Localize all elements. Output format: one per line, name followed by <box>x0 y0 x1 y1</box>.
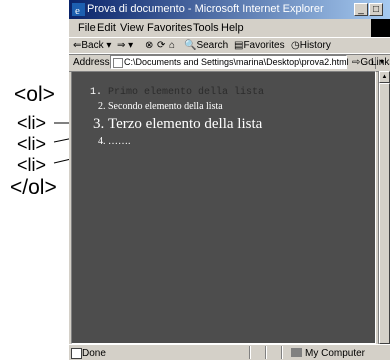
title-bar[interactable]: e Prova di documento - Microsoft Interne… <box>69 0 390 19</box>
page-done-icon <box>71 348 82 359</box>
menu-tools[interactable]: Tools <box>193 22 219 34</box>
vertical-scrollbar[interactable]: ▲ <box>378 71 390 344</box>
refresh-button[interactable]: ⟳ <box>157 40 165 51</box>
address-bar: Address C:\Documents and Settings\marina… <box>69 53 390 72</box>
scroll-thumb[interactable] <box>379 83 390 344</box>
status-text: Done <box>82 348 106 359</box>
menu-help[interactable]: Help <box>221 22 244 34</box>
scroll-up-icon[interactable]: ▲ <box>379 71 390 83</box>
list-item-1: Primo elemento della lista <box>108 87 264 101</box>
address-value: C:\Documents and Settings\marina\Desktop… <box>124 57 349 67</box>
forward-button[interactable]: ⇒ ▾ <box>117 40 133 51</box>
maximize-button[interactable]: □ <box>369 3 383 16</box>
minimize-button[interactable]: _ <box>354 3 368 16</box>
svg-text:e: e <box>75 5 80 16</box>
links-button[interactable]: Links <box>371 57 390 68</box>
search-button[interactable]: 🔍Search <box>184 40 228 51</box>
menu-favorites[interactable]: Favorites <box>147 22 192 34</box>
list-item-2: Secondo elemento della lista <box>108 101 264 116</box>
status-bar: Done My Computer <box>69 344 390 361</box>
stop-button[interactable]: ⊗ <box>145 40 153 51</box>
back-button[interactable]: ⇐Back ▾ <box>73 40 111 51</box>
favorites-button[interactable]: ▤Favorites <box>234 40 285 51</box>
menu-file[interactable]: File <box>78 22 96 34</box>
status-divider <box>281 346 283 359</box>
menu-edit[interactable]: Edit <box>97 22 116 34</box>
page-icon <box>113 58 123 68</box>
windows-logo-icon <box>371 19 390 37</box>
list-item-4: ……. <box>108 136 264 147</box>
address-input[interactable]: C:\Documents and Settings\marina\Desktop… <box>110 55 388 69</box>
home-button[interactable]: ⌂ <box>169 40 175 51</box>
page-content: Primo elemento della lista Secondo eleme… <box>71 71 376 344</box>
history-button[interactable]: ◷History <box>291 40 331 51</box>
browser-window: e Prova di documento - Microsoft Interne… <box>69 0 390 360</box>
ordered-list: Primo elemento della lista Secondo eleme… <box>72 87 264 147</box>
menu-view[interactable]: View <box>120 22 144 34</box>
ie-logo-icon: e <box>72 3 85 16</box>
security-zone: My Computer <box>305 348 366 359</box>
menu-bar: File Edit View Favorites Tools Help <box>69 19 390 36</box>
status-divider <box>249 346 251 359</box>
list-item-3: Terzo elemento della lista <box>108 116 264 136</box>
window-title: Prova di documento - Microsoft Internet … <box>87 3 324 15</box>
status-divider <box>265 346 267 359</box>
computer-icon <box>291 348 302 357</box>
address-label: Address <box>73 57 110 68</box>
